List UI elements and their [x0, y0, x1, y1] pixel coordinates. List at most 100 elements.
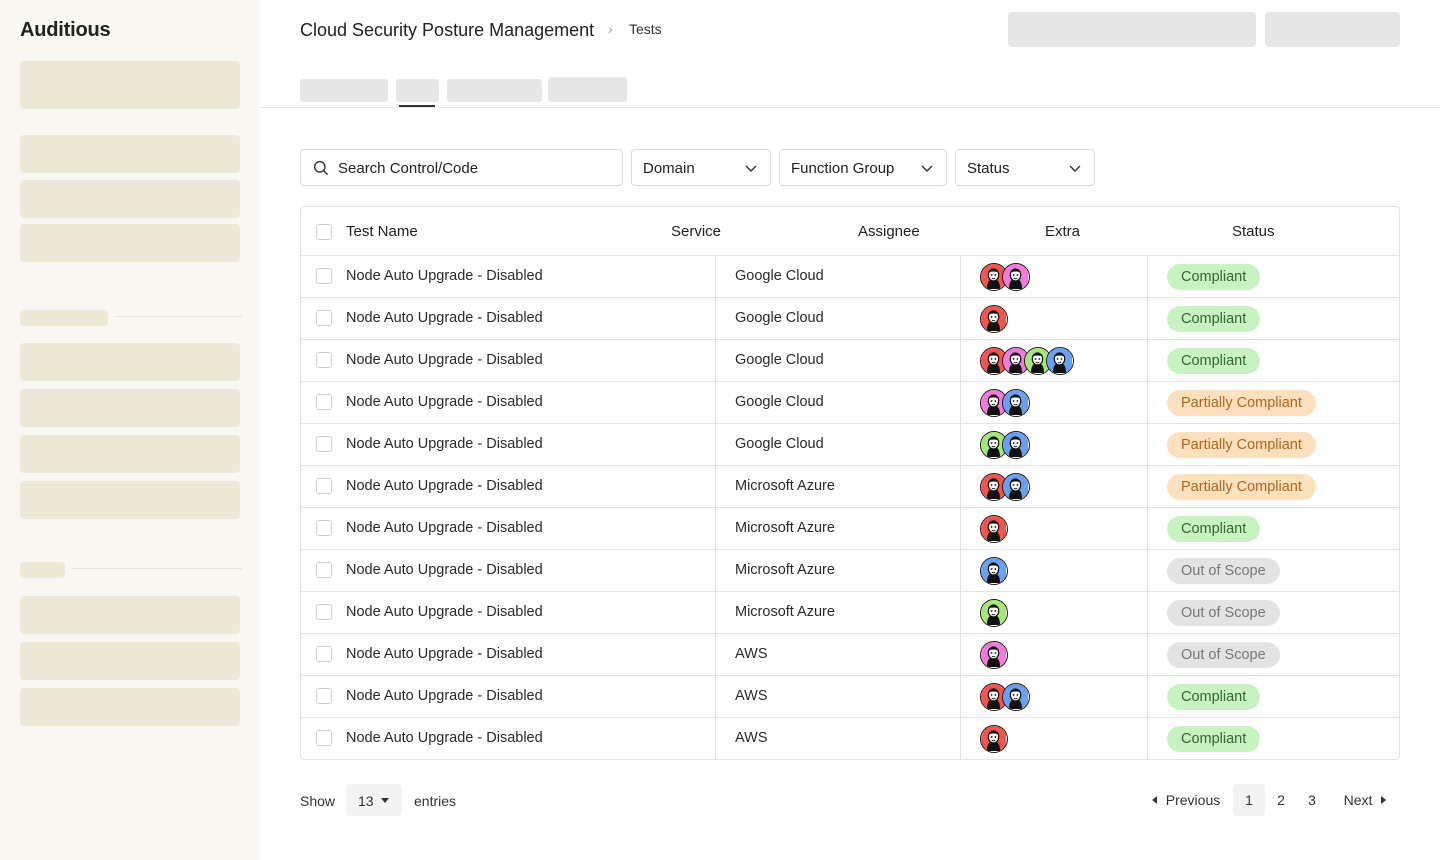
- avatar-icon[interactable]: [1002, 431, 1030, 459]
- table-row[interactable]: Node Auto Upgrade - Disabled AWS Compliant: [301, 718, 1399, 760]
- test-name-cell[interactable]: Node Auto Upgrade - Disabled: [346, 604, 543, 620]
- table-row[interactable]: Node Auto Upgrade - Disabled AWS Out of Sc…: [301, 634, 1399, 676]
- avatar-group[interactable]: [980, 515, 1008, 543]
- avatar-icon[interactable]: [1046, 347, 1074, 375]
- row-checkbox[interactable]: [316, 478, 332, 494]
- test-name-cell[interactable]: Node Auto Upgrade - Disabled: [346, 730, 543, 746]
- pagination-previous-label: Previous: [1165, 792, 1221, 808]
- brand-logo-text[interactable]: Auditious: [20, 19, 111, 42]
- test-name-cell[interactable]: Node Auto Upgrade - Disabled: [346, 646, 543, 662]
- avatar-group[interactable]: [980, 305, 1008, 333]
- table-row[interactable]: Node Auto Upgrade - Disabled Google Cloud…: [301, 256, 1399, 298]
- row-checkbox[interactable]: [316, 268, 332, 284]
- row-checkbox[interactable]: [316, 520, 332, 536]
- sidebar-placeholder-item[interactable]: [20, 481, 240, 519]
- avatar-icon[interactable]: [1002, 473, 1030, 501]
- search-input[interactable]: Search Control/Code: [300, 149, 623, 186]
- column-divider: [1147, 466, 1148, 508]
- sidebar-placeholder-item[interactable]: [20, 343, 240, 381]
- row-checkbox[interactable]: [316, 604, 332, 620]
- column-divider: [715, 382, 716, 424]
- test-name-cell[interactable]: Node Auto Upgrade - Disabled: [346, 310, 543, 326]
- domain-dropdown[interactable]: Domain: [631, 149, 771, 186]
- entries-per-page-select[interactable]: 13: [346, 784, 402, 816]
- table-row[interactable]: Node Auto Upgrade - Disabled Microsoft Az…: [301, 466, 1399, 508]
- row-checkbox[interactable]: [316, 394, 332, 410]
- function-group-dropdown[interactable]: Function Group: [779, 149, 947, 186]
- tab-placeholder[interactable]: [447, 79, 542, 102]
- row-checkbox[interactable]: [316, 646, 332, 662]
- table-row[interactable]: Node Auto Upgrade - Disabled Google Cloud…: [301, 298, 1399, 340]
- avatar-icon[interactable]: [1002, 683, 1030, 711]
- table-row[interactable]: Node Auto Upgrade - Disabled Microsoft Az…: [301, 592, 1399, 634]
- column-header-test-name[interactable]: Test Name: [346, 223, 418, 240]
- test-name-cell[interactable]: Node Auto Upgrade - Disabled: [346, 520, 543, 536]
- avatar-group[interactable]: [980, 641, 1008, 669]
- select-all-checkbox[interactable]: [316, 224, 332, 240]
- avatar-group[interactable]: [980, 263, 1030, 291]
- column-divider: [1147, 592, 1148, 634]
- sidebar-placeholder-item[interactable]: [20, 435, 240, 473]
- test-name-cell[interactable]: Node Auto Upgrade - Disabled: [346, 352, 543, 368]
- column-header-assignee[interactable]: Assignee: [858, 223, 920, 240]
- test-name-cell[interactable]: Node Auto Upgrade - Disabled: [346, 268, 543, 284]
- avatar-icon[interactable]: [1002, 389, 1030, 417]
- header-action-placeholder-wide[interactable]: [1008, 12, 1256, 47]
- column-header-service[interactable]: Service: [671, 223, 721, 240]
- avatar-icon[interactable]: [980, 599, 1008, 627]
- pagination-page-3[interactable]: 3: [1296, 784, 1328, 816]
- sidebar-placeholder-item[interactable]: [20, 389, 240, 427]
- column-header-extra[interactable]: Extra: [1045, 223, 1080, 240]
- sidebar-placeholder-item[interactable]: [20, 224, 240, 262]
- avatar-icon[interactable]: [980, 641, 1008, 669]
- sidebar-placeholder-item[interactable]: [20, 642, 240, 680]
- avatar-group[interactable]: [980, 557, 1008, 585]
- avatar-group[interactable]: [980, 347, 1074, 375]
- avatar-group[interactable]: [980, 683, 1030, 711]
- test-name-cell[interactable]: Node Auto Upgrade - Disabled: [346, 562, 543, 578]
- avatar-icon[interactable]: [980, 305, 1008, 333]
- test-name-cell[interactable]: Node Auto Upgrade - Disabled: [346, 688, 543, 704]
- avatar-icon[interactable]: [980, 725, 1008, 753]
- breadcrumb-parent[interactable]: Cloud Security Posture Management: [300, 20, 594, 41]
- avatar-group[interactable]: [980, 431, 1030, 459]
- avatar-icon[interactable]: [1002, 263, 1030, 291]
- table-row[interactable]: Node Auto Upgrade - Disabled Google Cloud…: [301, 424, 1399, 466]
- row-checkbox[interactable]: [316, 730, 332, 746]
- avatar-icon[interactable]: [980, 557, 1008, 585]
- tab-placeholder[interactable]: [300, 79, 388, 102]
- table-row[interactable]: Node Auto Upgrade - Disabled Google Cloud…: [301, 382, 1399, 424]
- sidebar-placeholder-item[interactable]: [20, 596, 240, 634]
- test-name-cell[interactable]: Node Auto Upgrade - Disabled: [346, 478, 543, 494]
- row-checkbox[interactable]: [316, 352, 332, 368]
- tab-placeholder-active[interactable]: [396, 79, 439, 102]
- sidebar-placeholder-item[interactable]: [20, 688, 240, 726]
- avatar-icon[interactable]: [980, 515, 1008, 543]
- row-checkbox[interactable]: [316, 688, 332, 704]
- table-row[interactable]: Node Auto Upgrade - Disabled Microsoft Az…: [301, 508, 1399, 550]
- table-row[interactable]: Node Auto Upgrade - Disabled Microsoft Az…: [301, 550, 1399, 592]
- pagination-page-2[interactable]: 2: [1265, 784, 1297, 816]
- table-row[interactable]: Node Auto Upgrade - Disabled AWS Compliant: [301, 676, 1399, 718]
- sidebar-placeholder-item[interactable]: [20, 180, 240, 218]
- sidebar-placeholder-item[interactable]: [20, 135, 240, 173]
- column-header-status[interactable]: Status: [1232, 223, 1275, 240]
- avatar-group[interactable]: [980, 473, 1030, 501]
- avatar-group[interactable]: [980, 599, 1008, 627]
- status-dropdown[interactable]: Status: [955, 149, 1095, 186]
- sidebar-section-divider: [115, 316, 242, 317]
- tab-placeholder[interactable]: [548, 77, 627, 102]
- avatar-group[interactable]: [980, 389, 1030, 417]
- sidebar-placeholder-primary[interactable]: [20, 61, 240, 109]
- row-checkbox[interactable]: [316, 436, 332, 452]
- avatar-group[interactable]: [980, 725, 1008, 753]
- row-checkbox[interactable]: [316, 310, 332, 326]
- row-checkbox[interactable]: [316, 562, 332, 578]
- header-action-placeholder[interactable]: [1265, 12, 1400, 47]
- test-name-cell[interactable]: Node Auto Upgrade - Disabled: [346, 394, 543, 410]
- table-row[interactable]: Node Auto Upgrade - Disabled Google Cloud…: [301, 340, 1399, 382]
- test-name-cell[interactable]: Node Auto Upgrade - Disabled: [346, 436, 543, 452]
- pagination-next-button[interactable]: Next: [1339, 784, 1391, 816]
- pagination-previous-button[interactable]: Previous: [1150, 784, 1222, 816]
- pagination-page-1[interactable]: 1: [1233, 784, 1265, 816]
